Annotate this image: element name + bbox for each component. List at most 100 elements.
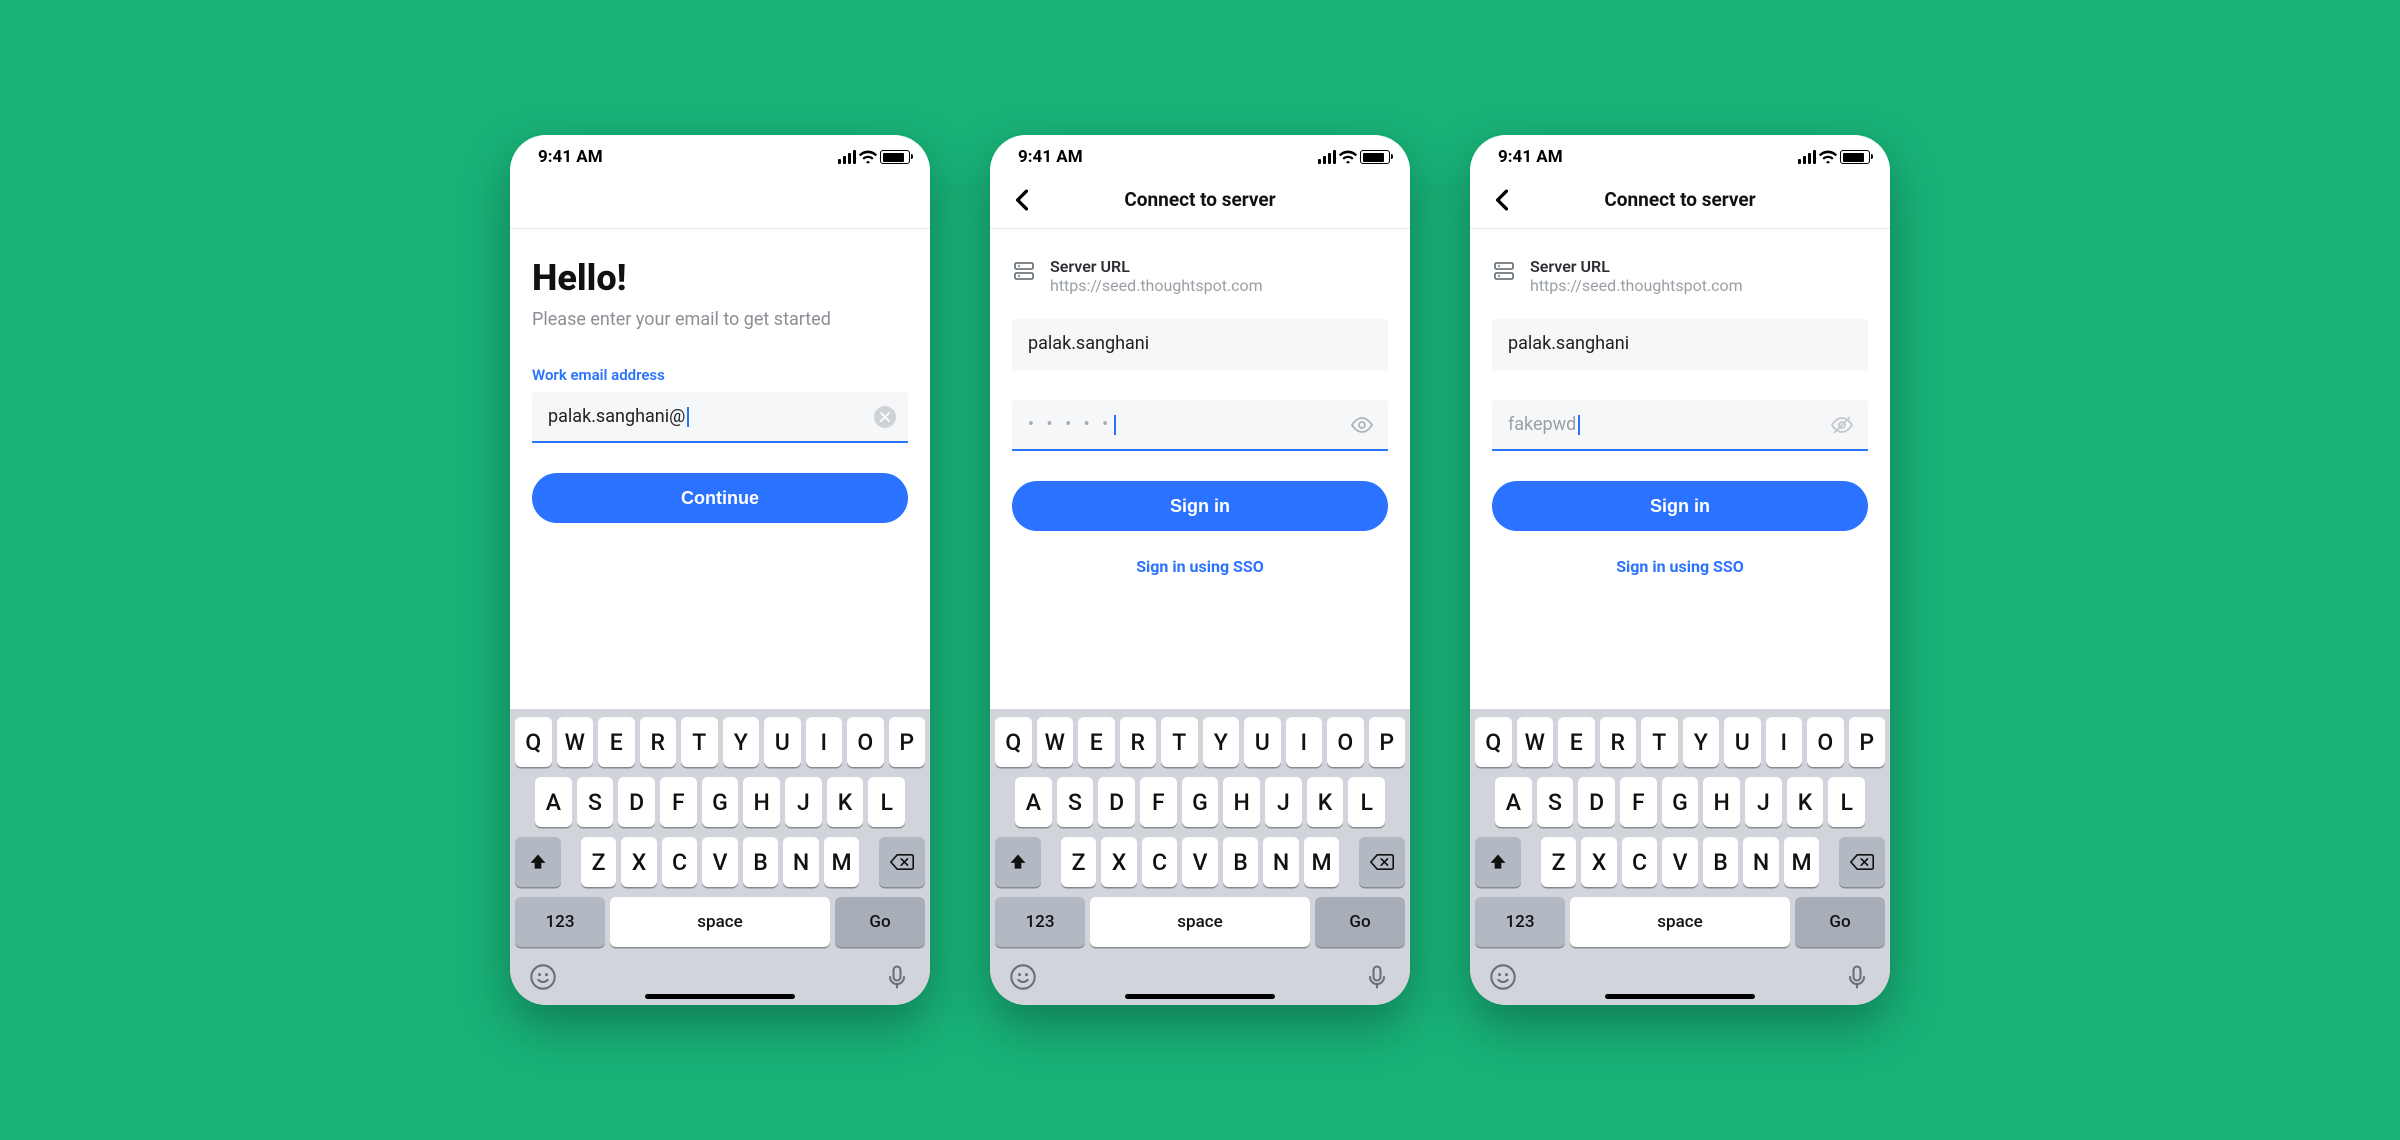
key-n[interactable]: N <box>783 837 819 887</box>
go-key[interactable]: Go <box>1795 897 1885 947</box>
key-t[interactable]: T <box>1161 717 1198 767</box>
key-a[interactable]: A <box>1015 777 1052 827</box>
key-e[interactable]: E <box>1558 717 1595 767</box>
key-h[interactable]: H <box>743 777 780 827</box>
shift-key[interactable] <box>1475 837 1521 887</box>
key-y[interactable]: Y <box>1203 717 1240 767</box>
back-button[interactable] <box>1002 171 1042 228</box>
key-s[interactable]: S <box>577 777 614 827</box>
key-g[interactable]: G <box>702 777 739 827</box>
key-z[interactable]: Z <box>1061 837 1097 887</box>
key-m[interactable]: M <box>824 837 860 887</box>
username-field[interactable]: palak.sanghani <box>1012 319 1388 370</box>
emoji-icon[interactable] <box>1489 963 1517 995</box>
key-k[interactable]: K <box>827 777 864 827</box>
key-o[interactable]: O <box>1807 717 1844 767</box>
home-indicator[interactable] <box>645 994 795 999</box>
password-field[interactable]: • • • • • <box>1012 400 1388 451</box>
key-p[interactable]: P <box>1369 717 1406 767</box>
clear-icon[interactable] <box>874 406 896 428</box>
key-c[interactable]: C <box>662 837 698 887</box>
key-i[interactable]: I <box>1766 717 1803 767</box>
continue-button[interactable]: Continue <box>532 473 908 523</box>
key-z[interactable]: Z <box>581 837 617 887</box>
key-l[interactable]: L <box>868 777 905 827</box>
numeric-key[interactable]: 123 <box>515 897 605 947</box>
key-a[interactable]: A <box>1495 777 1532 827</box>
key-d[interactable]: D <box>1578 777 1615 827</box>
back-button[interactable] <box>1482 171 1522 228</box>
key-f[interactable]: F <box>1140 777 1177 827</box>
key-l[interactable]: L <box>1828 777 1865 827</box>
numeric-key[interactable]: 123 <box>1475 897 1565 947</box>
key-d[interactable]: D <box>618 777 655 827</box>
keyboard[interactable]: QWERTYUIOP ASDFGHJKL ZXCVBNM 123 space G… <box>1470 709 1890 1005</box>
space-key[interactable]: space <box>1570 897 1790 947</box>
key-j[interactable]: J <box>785 777 822 827</box>
key-u[interactable]: U <box>1244 717 1281 767</box>
key-m[interactable]: M <box>1784 837 1820 887</box>
key-z[interactable]: Z <box>1541 837 1577 887</box>
key-g[interactable]: G <box>1662 777 1699 827</box>
key-n[interactable]: N <box>1263 837 1299 887</box>
key-k[interactable]: K <box>1307 777 1344 827</box>
key-y[interactable]: Y <box>1683 717 1720 767</box>
key-b[interactable]: B <box>1223 837 1259 887</box>
key-u[interactable]: U <box>1724 717 1761 767</box>
key-w[interactable]: W <box>557 717 594 767</box>
email-field[interactable]: palak.sanghani@ <box>532 392 908 443</box>
numeric-key[interactable]: 123 <box>995 897 1085 947</box>
key-v[interactable]: V <box>1182 837 1218 887</box>
mic-icon[interactable] <box>1363 963 1391 995</box>
key-e[interactable]: E <box>598 717 635 767</box>
go-key[interactable]: Go <box>1315 897 1405 947</box>
mic-icon[interactable] <box>1843 963 1871 995</box>
key-o[interactable]: O <box>847 717 884 767</box>
shift-key[interactable] <box>995 837 1041 887</box>
key-c[interactable]: C <box>1622 837 1658 887</box>
key-d[interactable]: D <box>1098 777 1135 827</box>
key-l[interactable]: L <box>1348 777 1385 827</box>
go-key[interactable]: Go <box>835 897 925 947</box>
key-p[interactable]: P <box>889 717 926 767</box>
key-u[interactable]: U <box>764 717 801 767</box>
key-r[interactable]: R <box>640 717 677 767</box>
key-f[interactable]: F <box>660 777 697 827</box>
key-x[interactable]: X <box>621 837 657 887</box>
key-o[interactable]: O <box>1327 717 1364 767</box>
hide-password-icon[interactable] <box>1830 413 1854 437</box>
key-i[interactable]: I <box>806 717 843 767</box>
key-b[interactable]: B <box>1703 837 1739 887</box>
key-q[interactable]: Q <box>1475 717 1512 767</box>
key-c[interactable]: C <box>1142 837 1178 887</box>
backspace-key[interactable] <box>1359 837 1405 887</box>
backspace-key[interactable] <box>1839 837 1885 887</box>
key-j[interactable]: J <box>1745 777 1782 827</box>
key-a[interactable]: A <box>535 777 572 827</box>
key-f[interactable]: F <box>1620 777 1657 827</box>
key-b[interactable]: B <box>743 837 779 887</box>
signin-button[interactable]: Sign in <box>1492 481 1868 531</box>
sso-link[interactable]: Sign in using SSO <box>1012 557 1388 576</box>
key-n[interactable]: N <box>1743 837 1779 887</box>
username-field[interactable]: palak.sanghani <box>1492 319 1868 370</box>
key-e[interactable]: E <box>1078 717 1115 767</box>
key-r[interactable]: R <box>1120 717 1157 767</box>
keyboard[interactable]: QWERTYUIOP ASDFGHJKL ZXCVBNM 123 space G… <box>510 709 930 1005</box>
key-q[interactable]: Q <box>515 717 552 767</box>
signin-button[interactable]: Sign in <box>1012 481 1388 531</box>
key-w[interactable]: W <box>1517 717 1554 767</box>
key-i[interactable]: I <box>1286 717 1323 767</box>
reveal-password-icon[interactable] <box>1350 413 1374 437</box>
key-x[interactable]: X <box>1581 837 1617 887</box>
key-t[interactable]: T <box>681 717 718 767</box>
key-t[interactable]: T <box>1641 717 1678 767</box>
home-indicator[interactable] <box>1125 994 1275 999</box>
home-indicator[interactable] <box>1605 994 1755 999</box>
key-g[interactable]: G <box>1182 777 1219 827</box>
key-k[interactable]: K <box>1787 777 1824 827</box>
emoji-icon[interactable] <box>529 963 557 995</box>
key-s[interactable]: S <box>1537 777 1574 827</box>
mic-icon[interactable] <box>883 963 911 995</box>
key-s[interactable]: S <box>1057 777 1094 827</box>
